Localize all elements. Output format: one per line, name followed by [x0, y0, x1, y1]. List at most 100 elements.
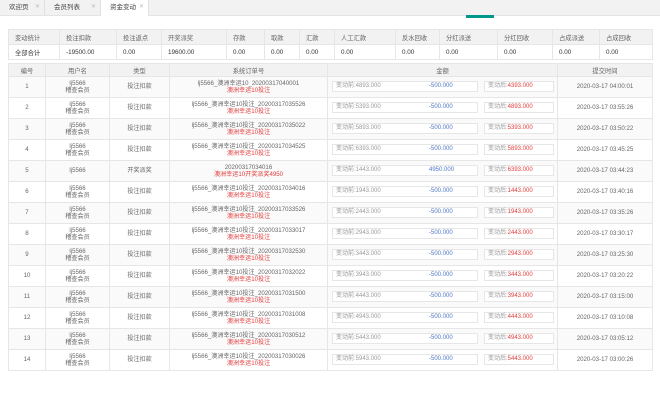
- user-role: 稽查会员: [65, 129, 90, 136]
- balance-after: 4393.000: [507, 83, 533, 89]
- table-row: 7 lj5566 稽查会员 投注扣款 lj5566_澳洲幸运10投注_20200…: [8, 202, 653, 224]
- order-note: 澳洲幸运10投注: [226, 318, 271, 325]
- username: lj5566: [69, 352, 86, 360]
- before-label: 变动前:: [336, 272, 356, 278]
- user-cell: lj5566 稽查会员: [45, 244, 110, 266]
- table-row: 14 lj5566 稽查会员 投注扣款 lj5566_澳洲幸运10投注_2020…: [8, 349, 653, 371]
- column-header: 金额: [327, 63, 558, 77]
- tab-fund-changes[interactable]: 资金变动 ✕: [101, 0, 149, 16]
- username: lj5566: [69, 310, 86, 318]
- balance-after-field: 变动后:5893.000: [484, 144, 554, 155]
- before-label: 变动前:: [336, 293, 356, 299]
- row-id: 2: [8, 97, 46, 119]
- submit-time: 2020-03-17 03:25:30: [557, 244, 653, 266]
- close-icon[interactable]: ✕: [91, 0, 96, 15]
- table-row: 5 lj5566 开奖派奖 20200317034016 澳洲幸运10开奖派奖4…: [8, 160, 653, 182]
- submit-time: 2020-03-17 03:15:00: [557, 286, 653, 308]
- change-amount: -500.000: [429, 314, 453, 320]
- balance-before: 5943.000: [355, 356, 381, 362]
- before-label: 变动前:: [336, 125, 356, 131]
- amount-cell: 变动前:5393.000 -500.000 变动后:4893.000: [327, 97, 558, 119]
- change-type: 投注扣款: [109, 118, 170, 140]
- balance-before: 4443.000: [355, 293, 381, 299]
- change-type: 投注扣款: [109, 202, 170, 224]
- after-label: 变动后:: [488, 146, 508, 152]
- order-cell: lj5566_澳洲幸运10投注_20200317031008 澳洲幸运10投注: [169, 307, 328, 329]
- user-cell: lj5566 稽查会员: [45, 223, 110, 245]
- summary-header: 投注返点: [116, 29, 162, 45]
- order-cell: lj5566_澳洲幸运10投注_20200317034525 澳洲幸运10投注: [169, 139, 328, 161]
- order-note: 澳洲幸运10投注: [226, 150, 271, 157]
- change-amount: -500.000: [429, 293, 453, 299]
- order-number: lj5566_澳洲幸运10投注_20200317031500: [191, 289, 306, 297]
- close-icon[interactable]: ✕: [35, 0, 40, 15]
- order-note: 澳洲幸运10投注: [226, 129, 271, 136]
- after-label: 变动后:: [488, 209, 508, 215]
- balance-before: 1443.000: [355, 167, 381, 173]
- user-role: 稽查会员: [65, 339, 90, 346]
- tab-welcome[interactable]: 欢迎页 ✕: [0, 0, 45, 15]
- order-note: 澳洲幸运10投注: [226, 234, 271, 241]
- close-icon[interactable]: ✕: [139, 0, 144, 15]
- username: lj5566: [69, 247, 86, 255]
- balance-before: 1943.000: [355, 188, 381, 194]
- amount-field: 变动前:2943.000 -500.000: [332, 228, 478, 239]
- balance-after-field: 变动后:4443.000: [484, 312, 554, 323]
- tab-label: 欢迎页: [9, 4, 29, 11]
- balance-after: 1443.000: [507, 188, 533, 194]
- order-note: 澳洲幸运10投注: [226, 360, 271, 367]
- summary-header: 分红回收: [497, 29, 553, 45]
- user-cell: lj5566 稽查会员: [45, 265, 110, 287]
- username: lj5566: [69, 289, 86, 297]
- user-role: 稽查会员: [65, 87, 90, 94]
- user-cell: lj5566 稽查会员: [45, 181, 110, 203]
- user-cell: lj5566 稽查会员: [45, 328, 110, 350]
- active-indicator: [466, 15, 494, 18]
- balance-before: 3943.000: [355, 272, 381, 278]
- table-row: 11 lj5566 稽查会员 投注扣款 lj5566_澳洲幸运10投注_2020…: [8, 286, 653, 308]
- user-cell: lj5566 稽查会员: [45, 349, 110, 371]
- tab-label: 资金变动: [110, 4, 136, 11]
- user-cell: lj5566 稽查会员: [45, 76, 110, 98]
- summary-header: 取款: [264, 29, 300, 45]
- user-role: 稽查会员: [65, 150, 90, 157]
- order-note: 澳洲幸运10投注: [226, 276, 271, 283]
- username: lj5566: [69, 331, 86, 339]
- row-id: 4: [8, 139, 46, 161]
- summary-value: -19500.00: [59, 44, 117, 60]
- change-type: 投注扣款: [109, 286, 170, 308]
- after-label: 变动后:: [488, 335, 508, 341]
- submit-time: 2020-03-17 03:44:23: [557, 160, 653, 182]
- change-amount: 4950.000: [429, 167, 455, 173]
- change-amount: -500.000: [429, 272, 453, 278]
- change-amount: -500.000: [429, 146, 453, 152]
- user-role: 稽查会员: [65, 318, 90, 325]
- summary-header: 投注扣款: [59, 29, 117, 45]
- after-label: 变动后:: [488, 272, 508, 278]
- order-cell: lj5566_澳洲幸运10投注_20200317030512 澳洲幸运10投注: [169, 328, 328, 350]
- balance-after-field: 变动后:3943.000: [484, 291, 554, 302]
- summary-value: 0.00: [264, 44, 300, 60]
- username: lj5566: [69, 205, 86, 213]
- change-type: 投注扣款: [109, 223, 170, 245]
- balance-before: 6393.000: [355, 146, 381, 152]
- tab-member-list[interactable]: 会员列表 ✕: [45, 0, 101, 15]
- submit-time: 2020-03-17 03:40:16: [557, 181, 653, 203]
- order-number: lj5566_澳洲幸运10投注_20200317034525: [191, 142, 306, 150]
- change-type: 投注扣款: [109, 76, 170, 98]
- before-label: 变动前:: [336, 251, 356, 257]
- before-label: 变动前:: [336, 188, 356, 194]
- amount-field: 变动前:2443.000 -500.000: [332, 207, 478, 218]
- amount-cell: 变动前:4443.000 -500.000 变动后:3943.000: [327, 286, 558, 308]
- summary-value: 19600.00: [161, 44, 227, 60]
- amount-cell: 变动前:5943.000 -500.000 变动后:5443.000: [327, 349, 558, 371]
- row-id: 14: [8, 349, 46, 371]
- balance-after: 5393.000: [507, 125, 533, 131]
- username: lj5566: [69, 184, 86, 192]
- change-amount: -500.000: [429, 356, 453, 362]
- balance-after: 3443.000: [507, 272, 533, 278]
- change-amount: -500.000: [429, 83, 453, 89]
- balance-after: 3943.000: [507, 293, 533, 299]
- table-row: 13 lj5566 稽查会员 投注扣款 lj5566_澳洲幸运10投注_2020…: [8, 328, 653, 350]
- row-id: 1: [8, 76, 46, 98]
